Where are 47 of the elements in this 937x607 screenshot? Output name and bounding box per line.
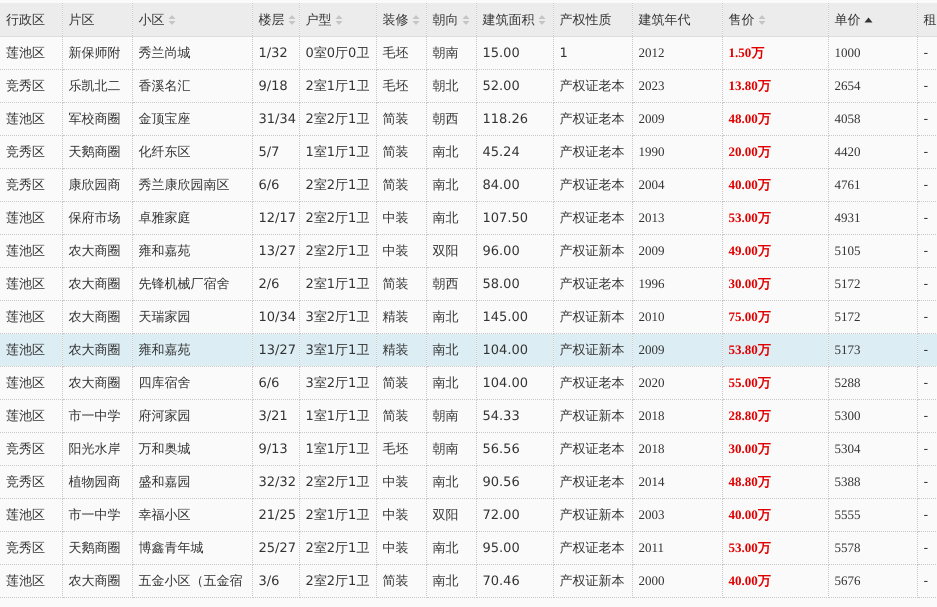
table-cell: 5676 [828,564,917,598]
column-header[interactable]: 户型 [299,3,376,36]
table-cell: 五金小区（五金宿 [132,564,252,598]
table-cell: 2000 [632,564,722,598]
column-header-label: 建筑面积 [482,12,534,28]
column-header[interactable]: 朝向 [426,3,476,36]
sort-icon[interactable] [758,14,766,26]
table-cell: 产权证新本 [553,564,632,598]
column-header-label: 产权性质 [560,12,612,28]
column-header-label: 朝向 [432,12,458,28]
column-header-label: 行政区 [6,12,45,28]
column-header[interactable]: 小区 [132,3,252,36]
table-cell: 2室2厅1卫 [299,564,376,598]
column-header[interactable]: 行政区 [0,3,62,36]
table-cell: 3/6 [252,564,299,598]
table-cell: 南北 [426,564,476,598]
table-cell: 简装 [376,564,426,598]
sort-icon[interactable] [168,14,176,26]
column-header[interactable]: 装修 [376,3,426,36]
column-header-label: 小区 [138,12,164,28]
sort-icon[interactable] [334,14,342,26]
column-header[interactable]: 片区 [62,3,132,36]
sort-icon[interactable] [412,14,420,26]
column-header-label: 楼层 [258,12,284,28]
column-header-label: 建筑年代 [638,12,690,28]
column-header-label: 单价 [834,12,860,28]
column-header-label: 售价 [728,12,754,28]
column-header[interactable]: 楼层 [252,3,299,36]
sort-ascending-icon[interactable] [864,16,872,22]
table-cell: 莲池区 [0,564,62,598]
column-header-label: 片区 [68,12,94,28]
sort-icon[interactable] [288,14,296,26]
column-header-label: 租 [924,12,936,28]
price-cell: 40.00万 [722,564,828,598]
column-header-label: 户型 [306,12,332,28]
table-cell: 70.46 [476,564,553,598]
table-cell: - [917,564,937,598]
column-header[interactable]: 建筑年代 [632,3,722,36]
column-header[interactable]: 单价 [828,3,917,36]
sort-icon[interactable] [462,14,470,26]
column-header[interactable]: 售价 [722,3,828,36]
column-header[interactable]: 租 [917,3,937,36]
column-header-label: 装修 [382,12,408,28]
column-header[interactable]: 建筑面积 [476,3,553,36]
sort-icon[interactable] [538,14,546,26]
column-header[interactable]: 产权性质 [553,3,632,36]
table-cell: 农大商圈 [62,564,132,598]
